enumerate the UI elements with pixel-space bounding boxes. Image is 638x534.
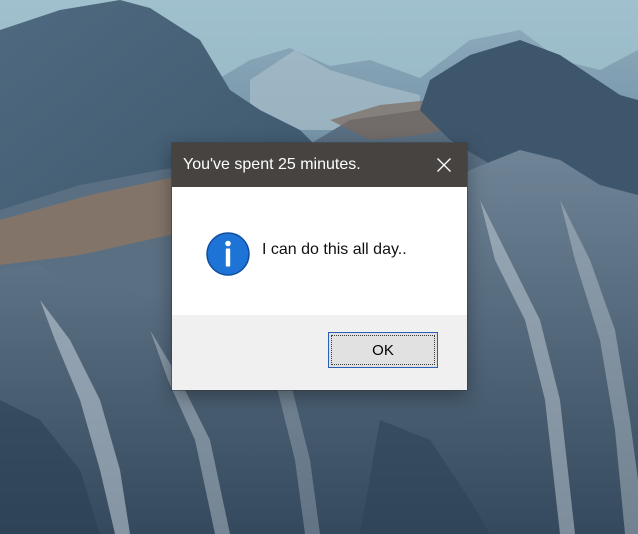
close-button[interactable] <box>421 143 467 187</box>
dialog-footer: OK <box>172 315 467 390</box>
dialog-message: I can do this all day.. <box>262 241 407 258</box>
close-icon <box>437 158 451 172</box>
dialog-titlebar[interactable]: You've spent 25 minutes. <box>172 143 467 187</box>
info-icon <box>206 232 250 276</box>
message-dialog: You've spent 25 minutes. I can do this a… <box>172 143 467 390</box>
dialog-title: You've spent 25 minutes. <box>183 156 361 173</box>
desktop: You've spent 25 minutes. I can do this a… <box>0 0 638 534</box>
ok-button-label: OK <box>331 335 435 365</box>
ok-button[interactable]: OK <box>328 332 438 368</box>
